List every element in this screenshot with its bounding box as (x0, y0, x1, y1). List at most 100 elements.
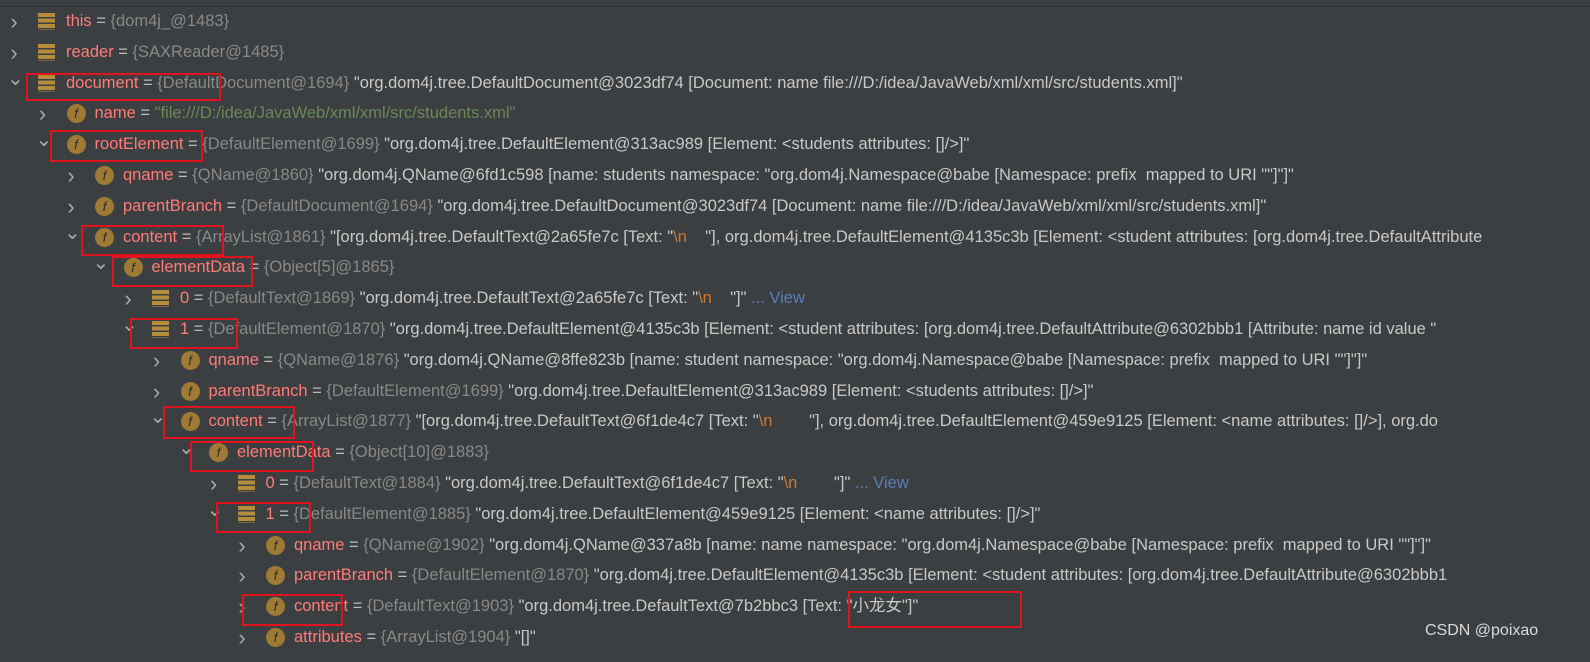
variable-text: qname = {QName@1860} "org.dom4j.QName@6f… (123, 160, 1294, 191)
variable-value: "org.dom4j.tree.DefaultElement@459e9125 … (475, 504, 1041, 523)
chevron-right-icon[interactable]: › (235, 622, 249, 653)
variable-text: parentBranch = {DefaultElement@1870} "or… (294, 560, 1447, 591)
highlight-box (190, 441, 314, 472)
highlight-box (848, 591, 1022, 628)
variable-row[interactable]: › f qname = {QName@1876} "org.dom4j.QName@… (0, 345, 1590, 376)
chevron-right-icon[interactable]: › (235, 530, 249, 561)
variable-name: name (94, 104, 136, 123)
variable-value: "[org.dom4j.tree.DefaultText@6f1de4c7 [T… (415, 412, 759, 431)
variable-type: {DefaultElement@1885} (293, 504, 471, 523)
chevron-down-icon[interactable]: ⌄ (36, 129, 53, 160)
variable-name: parentBranch (294, 566, 394, 585)
variable-value: "], org.dom4j.tree.DefaultElement@4135c3… (686, 227, 1483, 246)
variable-value: "[]" (514, 628, 536, 646)
equals-sign: = (222, 196, 241, 215)
variable-text: content = {ArrayList@1877} "[org.dom4j.t… (209, 406, 1439, 437)
highlight-box (130, 318, 238, 349)
variable-value: "file:///D:/idea/JavaWeb/xml/xml/src/stu… (154, 104, 516, 123)
variable-text: parentBranch = {DefaultElement@1699} "or… (209, 376, 1094, 407)
variable-row[interactable]: › f parentBranch = {DefaultElement@1870} "… (0, 560, 1590, 591)
equals-sign: = (344, 535, 364, 554)
variable-name: reader (66, 42, 114, 61)
variable-text: reader = {SAXReader@1485} (66, 37, 284, 68)
variable-value: "org.dom4j.tree.DefaultElement@4135c3b [… (593, 566, 1448, 585)
equals-sign: = (361, 628, 381, 646)
watermark: CSDN @poixao (1425, 622, 1539, 639)
variable-value: \n (673, 227, 687, 246)
variable-row[interactable]: › f name = "file:///D:/idea/JavaWeb/xml/xm… (0, 98, 1590, 129)
variable-type: {DefaultElement@1699} (326, 381, 504, 400)
variable-type: {QName@1876} (277, 350, 400, 369)
highlight-box (242, 594, 343, 626)
variable-name: qname (123, 166, 174, 184)
array-icon (38, 43, 55, 61)
variable-value: "org.dom4j.tree.DefaultText@6f1de4c7 [Te… (445, 474, 784, 492)
chevron-right-icon[interactable]: › (150, 345, 164, 376)
variable-row[interactable]: ⌄ document = {DefaultDocument@1694} "org.… (0, 68, 1590, 99)
variable-type: {QName@1902} (363, 535, 485, 554)
chevron-right-icon[interactable]: › (64, 160, 78, 191)
variable-type: {DefaultElement@1870} (411, 566, 590, 585)
variable-name: qname (294, 535, 345, 554)
view-link[interactable]: ... View (850, 474, 909, 492)
variable-value: "org.dom4j.tree.DefaultText@2a65fe7c [Te… (359, 289, 699, 308)
chevron-right-icon[interactable]: › (121, 283, 135, 314)
variable-name: qname (208, 350, 259, 369)
variable-value: "org.dom4j.tree.DefaultElement@313ac989 … (508, 381, 1094, 400)
variable-text: 0 = {DefaultText@1869} "org.dom4j.tree.D… (180, 283, 805, 314)
variable-row[interactable]: ⌄ 1 = {DefaultElement@1870} "org.dom4j.tr… (0, 314, 1590, 345)
highlight-box (112, 256, 253, 287)
array-icon (38, 13, 55, 30)
variable-row[interactable]: › f parentBranch = {DefaultElement@1699} "… (0, 376, 1590, 407)
equals-sign: = (113, 42, 133, 61)
variable-row[interactable]: ⌄ f rootElement = {DefaultElement@1699} "o… (0, 129, 1590, 160)
equals-sign: = (135, 104, 155, 123)
chevron-down-icon[interactable]: ⌄ (93, 252, 110, 283)
variable-name: parentBranch (208, 381, 308, 400)
variable-name: 0 (265, 474, 275, 492)
chevron-right-icon[interactable]: › (7, 6, 21, 37)
field-icon: f (180, 350, 200, 370)
chevron-down-icon[interactable]: ⌄ (7, 68, 24, 99)
variable-text: document = {DefaultDocument@1694} "org.d… (66, 68, 1183, 99)
variable-type: {Object[10]@1883} (349, 443, 490, 462)
variable-type: {QName@1860} (192, 166, 314, 184)
variable-row[interactable]: › f qname = {QName@1860} "org.dom4j.QName@… (0, 160, 1590, 191)
highlight-box (163, 406, 295, 439)
chevron-right-icon[interactable]: › (150, 376, 164, 407)
chevron-right-icon[interactable]: › (64, 191, 78, 222)
chevron-right-icon[interactable]: › (207, 468, 221, 499)
variable-row[interactable]: › reader = {SAXReader@1485} (0, 37, 1590, 68)
variable-row[interactable]: › this = {dom4j_@1483} (0, 6, 1590, 37)
view-link[interactable]: ... View (747, 289, 805, 307)
variable-text: 1 = {DefaultElement@1885} "org.dom4j.tre… (266, 499, 1041, 530)
variable-value: \n (698, 289, 712, 308)
variable-type: {ArrayList@1904} (380, 628, 511, 646)
variable-text: content = {DefaultText@1903} "org.dom4j.… (294, 591, 918, 622)
variable-type: {DefaultText@1884} (293, 474, 441, 492)
chevron-right-icon[interactable]: › (36, 98, 50, 129)
field-icon: f (66, 104, 86, 124)
array-icon (152, 290, 169, 308)
variable-row[interactable]: › 0 = {DefaultText@1884} "org.dom4j.tree.… (0, 468, 1590, 499)
chevron-right-icon[interactable]: › (7, 37, 21, 68)
chevron-right-icon[interactable]: › (235, 560, 249, 591)
variable-text: attributes = {ArrayList@1904} "[]" (294, 622, 536, 653)
variable-row[interactable]: › f parentBranch = {DefaultDocument@1694} … (0, 191, 1590, 222)
highlight-box (216, 502, 311, 533)
chevron-down-icon[interactable]: ⌄ (150, 406, 167, 437)
variable-row[interactable]: › f qname = {QName@1902} "org.dom4j.QName@… (0, 530, 1590, 561)
variable-row[interactable]: › 0 = {DefaultText@1869} "org.dom4j.tree.… (0, 283, 1590, 314)
equals-sign: = (91, 12, 111, 30)
field-icon: f (266, 535, 285, 555)
variable-row[interactable]: › f content = {DefaultText@1903} "org.dom4… (0, 591, 1590, 622)
equals-sign: = (189, 289, 208, 308)
variable-row[interactable]: › f attributes = {ArrayList@1904} "[]" (0, 622, 1590, 653)
variable-row[interactable]: ⌄ f content = {ArrayList@1861} "[org.dom4j… (0, 222, 1590, 253)
variable-text: 0 = {DefaultText@1884} "org.dom4j.tree.D… (266, 468, 909, 499)
variable-value: \n (758, 412, 773, 431)
variable-text: 1 = {DefaultElement@1870} "org.dom4j.tre… (180, 314, 1436, 345)
variable-type: {DefaultElement@1699} (202, 135, 380, 154)
chevron-down-icon[interactable]: ⌄ (64, 222, 81, 253)
variable-text: qname = {QName@1876} "org.dom4j.QName@8f… (209, 345, 1368, 376)
